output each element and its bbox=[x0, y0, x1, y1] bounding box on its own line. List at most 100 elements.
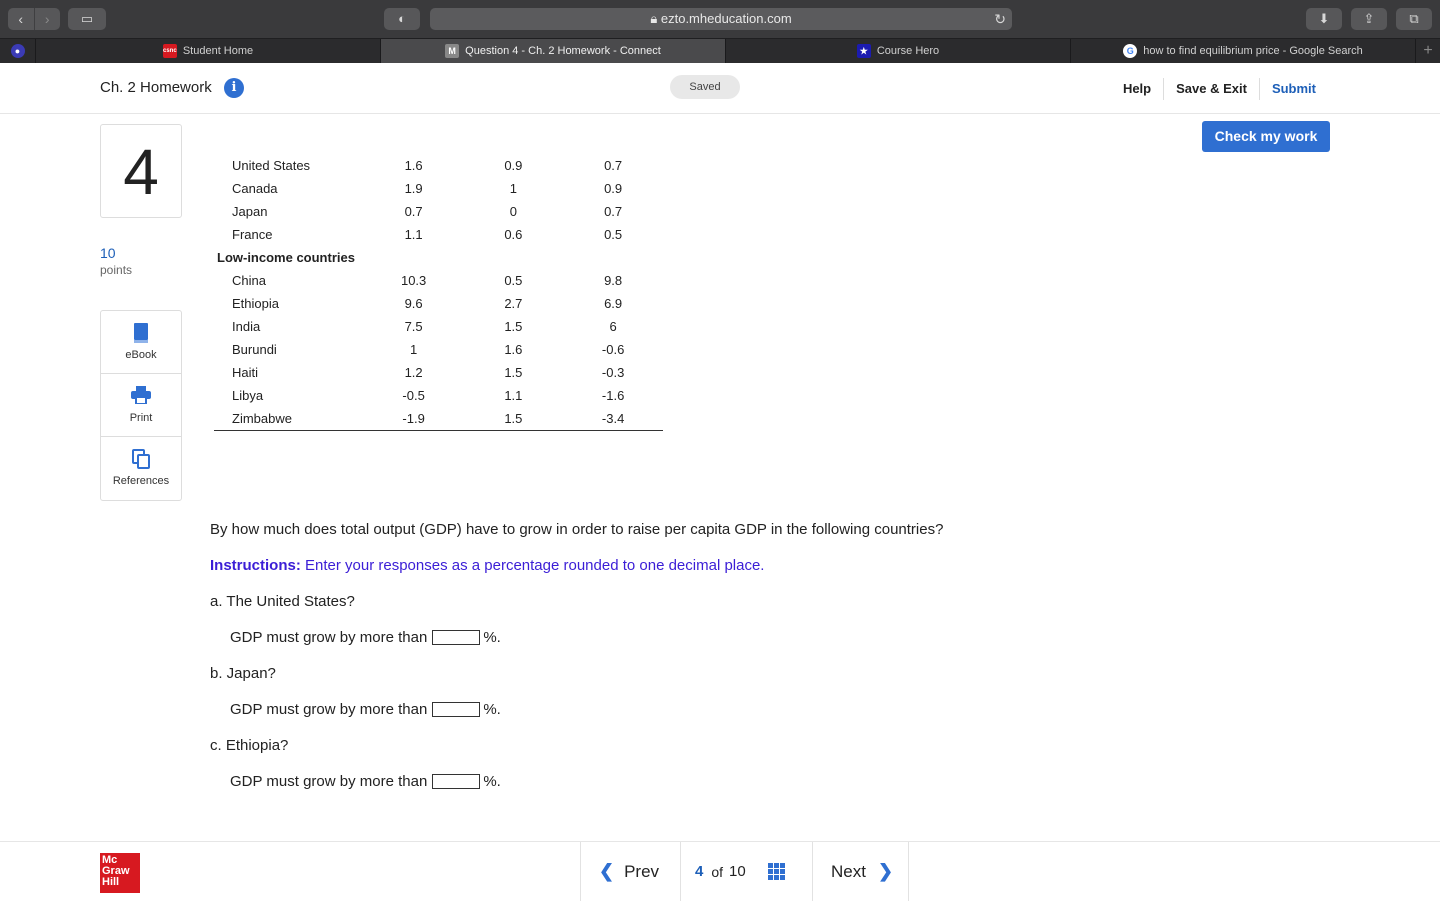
value-cell: 1.5 bbox=[504, 319, 523, 334]
value-cell: 1.6 bbox=[504, 342, 523, 357]
answer-suffix: %. bbox=[483, 773, 501, 790]
answer-suffix: %. bbox=[483, 701, 501, 718]
part-c-answer-row: GDP must grow by more than %. bbox=[230, 773, 501, 790]
next-label: Next bbox=[831, 861, 866, 881]
info-icon[interactable]: i bbox=[224, 78, 244, 98]
google-favicon-icon: G bbox=[1123, 44, 1138, 58]
prev-label: Prev bbox=[624, 861, 660, 881]
tab-question-4[interactable]: M Question 4 - Ch. 2 Homework - Connect bbox=[381, 39, 726, 63]
tab-google-search[interactable]: G how to find equilibrium price - Google… bbox=[1071, 39, 1416, 63]
tabs-overview-icon[interactable]: ⧉ bbox=[1396, 8, 1432, 30]
instructions-label: Instructions: bbox=[210, 557, 301, 574]
chevron-left-icon: ❮ bbox=[599, 861, 615, 881]
value-cell: 9.6 bbox=[404, 296, 423, 311]
next-button[interactable]: Next ❯ bbox=[812, 842, 909, 901]
table-row: Japan 0.7 0 0.7 bbox=[214, 200, 663, 223]
group-label: Low-income countries bbox=[217, 250, 355, 265]
value-cell: 6.9 bbox=[604, 296, 623, 311]
tab-course-hero[interactable]: ★ Course Hero bbox=[726, 39, 1071, 63]
lock-icon: 🔒︎ bbox=[650, 11, 658, 26]
mcgraw-hill-logo: Mc Graw Hill bbox=[100, 853, 140, 893]
value-cell: 1.5 bbox=[504, 410, 523, 426]
address-bar[interactable]: 🔒︎ ezto.mheducation.com ↻ bbox=[430, 8, 1012, 30]
reload-icon[interactable]: ↻ bbox=[994, 8, 1006, 30]
value-cell: 2.7 bbox=[504, 296, 523, 311]
table-row: Zimbabwe -1.9 1.5 -3.4 bbox=[214, 407, 663, 430]
instructions-text: Enter your responses as a percentage rou… bbox=[305, 557, 765, 574]
table-row: Haiti 1.2 1.5 -0.3 bbox=[214, 361, 663, 384]
prev-button[interactable]: ❮ Prev bbox=[580, 842, 680, 901]
question-map-button[interactable]: 4 of 10 bbox=[680, 842, 812, 901]
total-questions: 10 bbox=[729, 863, 746, 880]
new-tab-icon[interactable]: + bbox=[1416, 39, 1440, 63]
country-cell: Burundi bbox=[232, 342, 277, 357]
copy-icon bbox=[101, 449, 181, 469]
of-label: of bbox=[711, 863, 724, 880]
references-button[interactable]: References bbox=[101, 437, 181, 500]
table-row: Libya -0.5 1.1 -1.6 bbox=[214, 384, 663, 407]
question-number: 4 bbox=[100, 124, 182, 218]
part-c-answer-input[interactable] bbox=[432, 774, 481, 789]
part-a-question: a. The United States? bbox=[210, 593, 355, 610]
ebook-button[interactable]: eBook bbox=[101, 311, 181, 374]
ebook-label: eBook bbox=[125, 349, 157, 361]
value-cell: 0.7 bbox=[604, 204, 623, 219]
table-row: India 7.5 1.5 6 bbox=[214, 315, 663, 338]
value-cell: 1.2 bbox=[404, 365, 423, 380]
part-a-answer-input[interactable] bbox=[432, 630, 481, 645]
part-b-answer-input[interactable] bbox=[432, 702, 481, 717]
logo-line: Hill bbox=[102, 876, 120, 888]
country-cell: Ethiopia bbox=[232, 296, 279, 311]
value-cell: -0.3 bbox=[601, 365, 625, 380]
table-row: United States 1.6 0.9 0.7 bbox=[214, 154, 663, 177]
print-button[interactable]: Print bbox=[101, 374, 181, 437]
submit-button[interactable]: Submit bbox=[1260, 77, 1328, 101]
shield-icon[interactable]: ◐ bbox=[384, 8, 420, 30]
saved-status-badge: Saved bbox=[670, 75, 740, 99]
nav-buttons: ‹ › bbox=[8, 8, 60, 30]
current-question: 4 bbox=[695, 863, 704, 880]
value-cell: 0.7 bbox=[404, 204, 423, 219]
references-label: References bbox=[112, 475, 170, 487]
value-cell: 9.8 bbox=[604, 273, 623, 288]
chevron-right-icon: ❯ bbox=[877, 861, 894, 881]
help-button[interactable]: Help bbox=[1111, 77, 1163, 101]
answer-suffix: %. bbox=[483, 629, 501, 646]
grid-icon bbox=[767, 863, 785, 880]
table-row: Burundi 1 1.6 -0.6 bbox=[214, 338, 663, 361]
header-actions: Help Save & Exit Submit bbox=[1111, 77, 1328, 101]
csnc-favicon-icon: csnc bbox=[162, 44, 177, 58]
printer-icon bbox=[101, 386, 181, 406]
answer-prefix: GDP must grow by more than bbox=[230, 773, 428, 790]
value-cell: 0.7 bbox=[604, 158, 623, 173]
app-header: Ch. 2 Homework i Saved Help Save & Exit … bbox=[0, 63, 1440, 114]
sidebar-toggle-icon[interactable]: ▭ bbox=[68, 8, 106, 30]
share-icon[interactable]: ⇪ bbox=[1351, 8, 1387, 30]
question-prompt: By how much does total output (GDP) have… bbox=[210, 521, 944, 538]
check-my-work-button[interactable]: Check my work bbox=[1202, 121, 1330, 152]
pinned-favicon-icon: ● bbox=[10, 44, 25, 58]
tab-bar: ● csnc Student Home M Question 4 - Ch. 2… bbox=[0, 38, 1440, 63]
country-cell: United States bbox=[232, 158, 311, 173]
back-icon[interactable]: ‹ bbox=[8, 8, 34, 30]
forward-icon[interactable]: › bbox=[33, 8, 61, 30]
part-b-question: b. Japan? bbox=[210, 665, 276, 682]
save-exit-button[interactable]: Save & Exit bbox=[1164, 77, 1259, 101]
star-favicon-icon: ★ bbox=[856, 44, 871, 58]
value-cell: 7.5 bbox=[404, 319, 423, 334]
part-a-answer-row: GDP must grow by more than %. bbox=[230, 629, 501, 646]
value-cell: -1.6 bbox=[601, 388, 625, 403]
growth-data-table: United States 1.6 0.9 0.7 Canada 1.9 1 0.9 Jap… bbox=[214, 154, 663, 431]
table-row: Ethiopia 9.6 2.7 6.9 bbox=[214, 292, 663, 315]
value-cell: 0.5 bbox=[604, 227, 623, 242]
browser-toolbar: ‹ › ▭ ◐ 🔒︎ ezto.mheducation.com ↻ ⬇ ⇪ ⧉ bbox=[0, 0, 1440, 38]
download-icon[interactable]: ⬇ bbox=[1306, 8, 1342, 30]
tab-student-home[interactable]: csnc Student Home bbox=[36, 39, 381, 63]
value-cell: 1.9 bbox=[404, 181, 423, 196]
pinned-tab[interactable]: ● bbox=[0, 39, 36, 63]
value-cell: 6 bbox=[609, 319, 617, 334]
url-text: ezto.mheducation.com bbox=[660, 11, 792, 26]
value-cell: 0.5 bbox=[504, 273, 523, 288]
value-cell: -3.4 bbox=[601, 410, 625, 426]
tools-panel: eBook Print References bbox=[100, 310, 182, 501]
